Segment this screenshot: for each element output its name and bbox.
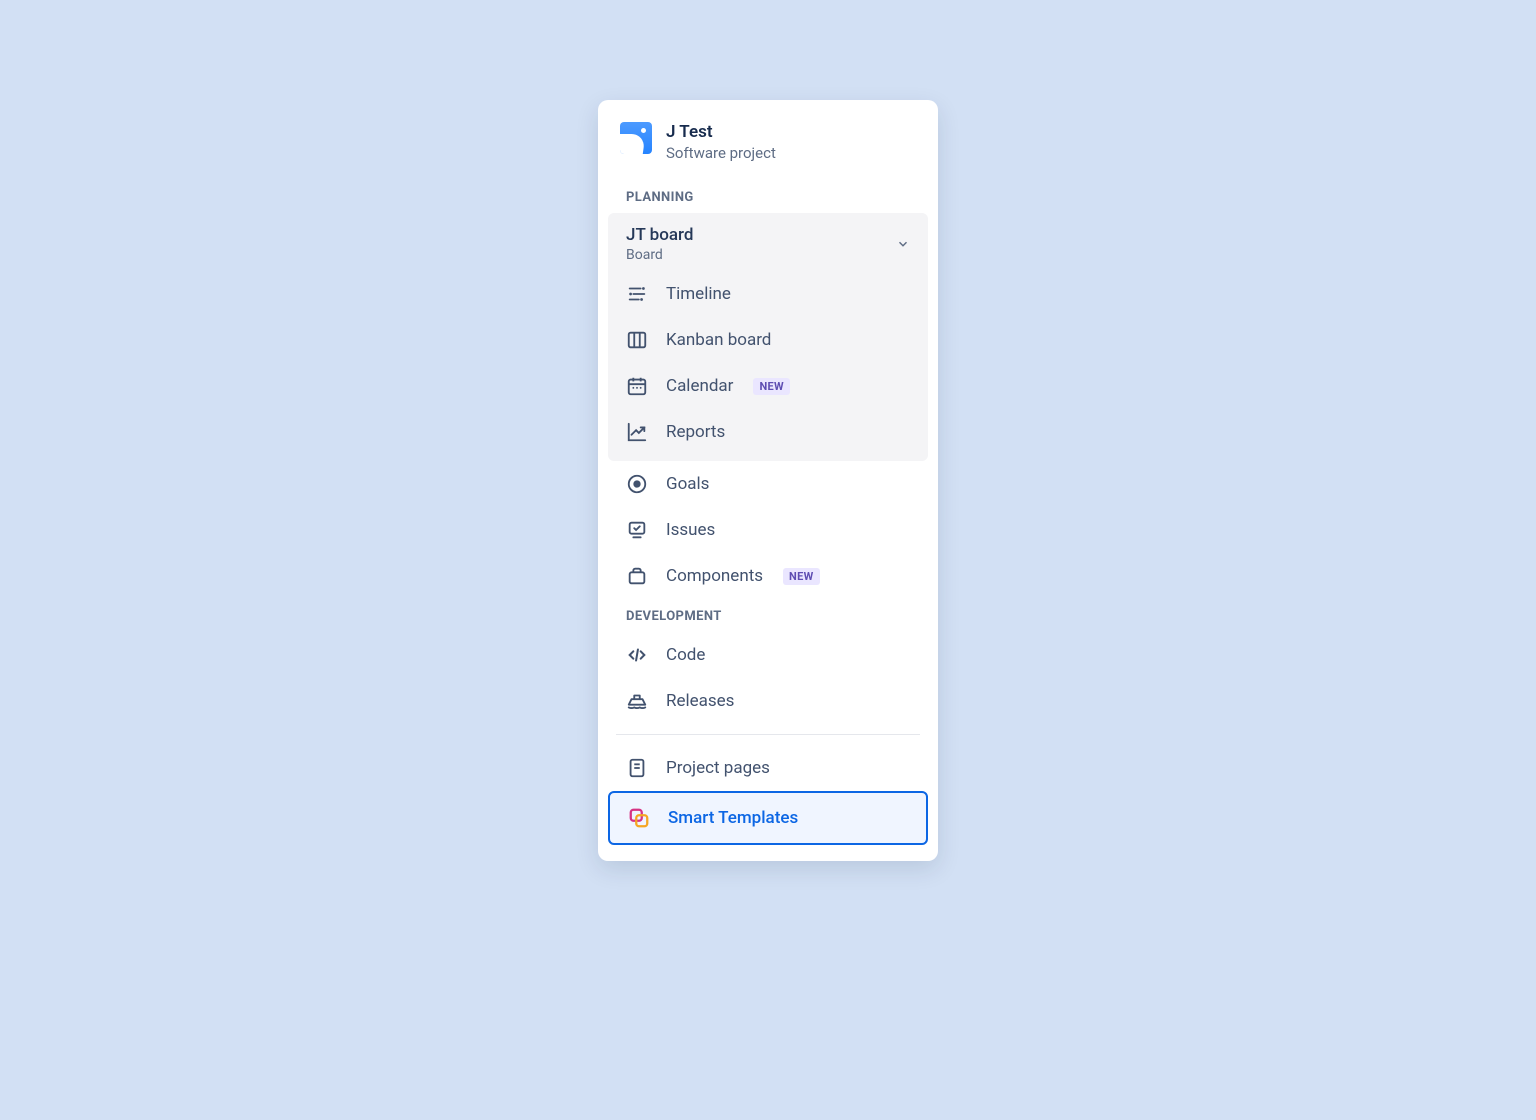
ship-icon xyxy=(626,690,648,712)
board-name: JT board xyxy=(626,225,896,245)
board-group: JT board Board Timeline xyxy=(608,213,928,461)
nav-label: Project pages xyxy=(666,758,770,778)
nav-label: Calendar xyxy=(666,376,733,396)
code-icon xyxy=(626,644,648,666)
nav-item-goals[interactable]: Goals xyxy=(598,461,938,507)
project-title: J Test xyxy=(666,122,776,142)
chevron-down-icon xyxy=(896,237,910,251)
board-icon xyxy=(626,329,648,351)
nav-label: Issues xyxy=(666,520,715,540)
nav-label: Goals xyxy=(666,474,709,494)
issues-icon xyxy=(626,519,648,541)
nav-label: Kanban board xyxy=(666,330,771,350)
nav-label: Code xyxy=(666,645,705,665)
nav-label: Smart Templates xyxy=(668,808,798,828)
nav-item-timeline[interactable]: Timeline xyxy=(608,271,928,317)
nav-item-project-pages[interactable]: Project pages xyxy=(598,745,938,791)
nav-item-smart-templates[interactable]: Smart Templates xyxy=(608,791,928,845)
nav-item-releases[interactable]: Releases xyxy=(598,678,938,724)
nav-label: Components xyxy=(666,566,763,586)
project-avatar-icon xyxy=(620,122,652,154)
divider xyxy=(616,734,920,735)
nav-item-issues[interactable]: Issues xyxy=(598,507,938,553)
nav-item-reports[interactable]: Reports xyxy=(608,409,928,455)
project-type: Software project xyxy=(666,144,776,162)
new-badge: NEW xyxy=(753,378,789,395)
nav-label: Reports xyxy=(666,422,725,442)
timeline-icon xyxy=(626,283,648,305)
nav-label: Timeline xyxy=(666,284,731,304)
smart-templates-icon xyxy=(628,807,650,829)
board-selector[interactable]: JT board Board xyxy=(608,213,928,271)
project-sidebar: J Test Software project PLANNING JT boar… xyxy=(598,100,938,861)
calendar-icon xyxy=(626,375,648,397)
section-label-development: DEVELOPMENT xyxy=(598,599,938,632)
components-icon xyxy=(626,565,648,587)
project-header[interactable]: J Test Software project xyxy=(598,122,938,180)
page-icon xyxy=(626,757,648,779)
section-label-planning: PLANNING xyxy=(598,180,938,213)
nav-item-kanban[interactable]: Kanban board xyxy=(608,317,928,363)
board-type-label: Board xyxy=(626,247,896,263)
nav-item-components[interactable]: Components NEW xyxy=(598,553,938,599)
target-icon xyxy=(626,473,648,495)
new-badge: NEW xyxy=(783,568,819,585)
reports-icon xyxy=(626,421,648,443)
nav-item-calendar[interactable]: Calendar NEW xyxy=(608,363,928,409)
nav-item-code[interactable]: Code xyxy=(598,632,938,678)
nav-label: Releases xyxy=(666,691,734,711)
